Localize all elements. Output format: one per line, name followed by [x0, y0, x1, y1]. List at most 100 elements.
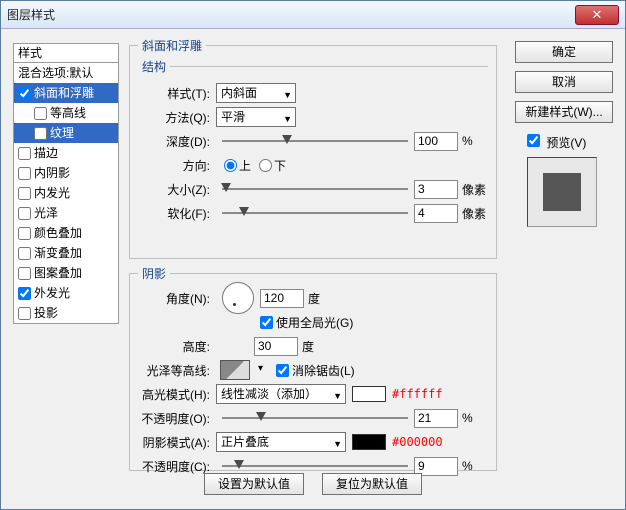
global-light-label: 使用全局光(G) [276, 314, 353, 331]
window-title: 图层样式 [7, 6, 55, 23]
sidebar-item[interactable]: 斜面和浮雕 [14, 83, 118, 103]
shadow-legend: 阴影 [138, 265, 170, 282]
layer-style-dialog: 图层样式 ✕ 样式 混合选项:默认斜面和浮雕等高线纹理描边内阴影内发光光泽颜色叠… [0, 0, 626, 510]
global-light-checkbox[interactable] [260, 316, 273, 329]
sidebar-item-checkbox[interactable] [34, 127, 47, 140]
sidebar-item-checkbox[interactable] [18, 167, 31, 180]
bevel-legend: 斜面和浮雕 [138, 37, 206, 54]
sidebar-item-label: 图案叠加 [34, 266, 82, 280]
sidebar-item-label: 斜面和浮雕 [34, 86, 94, 100]
reset-default-button[interactable]: 复位为默认值 [322, 473, 422, 495]
technique-select[interactable]: 平滑 [216, 107, 296, 127]
size-input[interactable]: 3 [414, 180, 458, 199]
sidebar-item-label: 光泽 [34, 206, 58, 220]
sidebar-item-label: 纹理 [50, 126, 74, 140]
sidebar-item[interactable]: 投影 [14, 303, 118, 323]
sidebar-item[interactable]: 纹理 [14, 123, 118, 143]
sidebar-item-label: 等高线 [50, 106, 86, 120]
direction-down-label: 下 [274, 157, 286, 174]
structure-legend: 结构 [138, 58, 170, 75]
sidebar-item-checkbox[interactable] [18, 307, 31, 320]
style-label: 样式(T): [138, 85, 216, 102]
bevel-section: 斜面和浮雕 结构 样式(T): 内斜面 方法(Q): 平滑 深度(D): 100… [129, 37, 497, 259]
direction-label: 方向: [138, 157, 216, 174]
shadow-opacity-unit: % [462, 459, 488, 473]
antialias-label: 消除锯齿(L) [292, 362, 355, 379]
highlight-opacity-unit: % [462, 411, 488, 425]
sidebar-item-checkbox[interactable] [18, 147, 31, 160]
sidebar-item-label: 颜色叠加 [34, 226, 82, 240]
angle-label: 角度(N): [138, 290, 216, 307]
ok-button[interactable]: 确定 [515, 41, 613, 63]
direction-down-radio[interactable] [259, 159, 272, 172]
style-select[interactable]: 内斜面 [216, 83, 296, 103]
depth-slider[interactable] [222, 132, 408, 150]
gloss-label: 光泽等高线: [138, 362, 216, 379]
sidebar-item[interactable]: 描边 [14, 143, 118, 163]
dialog-body: 样式 混合选项:默认斜面和浮雕等高线纹理描边内阴影内发光光泽颜色叠加渐变叠加图案… [1, 29, 625, 509]
highlight-color-swatch[interactable] [352, 386, 386, 402]
sidebar-item[interactable]: 光泽 [14, 203, 118, 223]
sidebar-item-checkbox[interactable] [18, 227, 31, 240]
sidebar-item[interactable]: 混合选项:默认 [14, 63, 118, 83]
direction-up-label: 上 [239, 157, 251, 174]
shadow-section: 阴影 角度(N): 120 度 使用全局光(G) 高度: 30 度 [129, 265, 497, 471]
new-style-button[interactable]: 新建样式(W)... [515, 101, 613, 123]
sidebar-item-label: 渐变叠加 [34, 246, 82, 260]
depth-unit: % [462, 134, 488, 148]
highlight-opacity-input[interactable]: 21 [414, 409, 458, 428]
altitude-label: 高度: [138, 338, 216, 355]
sidebar-item-label: 投影 [34, 306, 58, 320]
sidebar-item-label: 描边 [34, 146, 58, 160]
sidebar-item-checkbox[interactable] [18, 267, 31, 280]
sidebar-item-checkbox[interactable] [18, 87, 31, 100]
sidebar-item-checkbox[interactable] [18, 287, 31, 300]
main-area: 斜面和浮雕 结构 样式(T): 内斜面 方法(Q): 平滑 深度(D): 100… [129, 37, 497, 471]
sidebar-item-label: 内阴影 [34, 166, 70, 180]
shadow-hex: #000000 [392, 435, 443, 449]
depth-label: 深度(D): [138, 133, 216, 150]
sidebar-item-checkbox[interactable] [18, 207, 31, 220]
sidebar-item[interactable]: 内阴影 [14, 163, 118, 183]
sidebar-item[interactable]: 外发光 [14, 283, 118, 303]
sidebar-item[interactable]: 图案叠加 [14, 263, 118, 283]
footer-buttons: 设置为默认值 复位为默认值 [129, 473, 497, 495]
highlight-opacity-label: 不透明度(O): [138, 410, 216, 427]
preview-label: 预览(V) [546, 136, 586, 150]
highlight-mode-label: 高光模式(H): [138, 386, 216, 403]
sidebar-item-checkbox[interactable] [34, 107, 47, 120]
sidebar-item-label: 混合选项:默认 [18, 66, 93, 80]
preview-swatch [543, 173, 581, 211]
soften-slider[interactable] [222, 204, 408, 222]
sidebar-item[interactable]: 内发光 [14, 183, 118, 203]
soften-unit: 像素 [462, 205, 488, 222]
sidebar-item-checkbox[interactable] [18, 187, 31, 200]
size-label: 大小(Z): [138, 181, 216, 198]
angle-input[interactable]: 120 [260, 289, 304, 308]
gloss-contour-picker[interactable] [220, 360, 250, 380]
highlight-mode-select[interactable]: 线性减淡（添加） [216, 384, 346, 404]
antialias-checkbox[interactable] [276, 364, 289, 377]
shadow-mode-select[interactable]: 正片叠底 [216, 432, 346, 452]
preview-box [527, 157, 597, 227]
sidebar-item[interactable]: 渐变叠加 [14, 243, 118, 263]
sidebar-item[interactable]: 等高线 [14, 103, 118, 123]
shadow-color-swatch[interactable] [352, 434, 386, 450]
shadow-opacity-label: 不透明度(C): [138, 458, 216, 475]
direction-up-radio[interactable] [224, 159, 237, 172]
angle-unit: 度 [308, 290, 334, 307]
highlight-opacity-slider[interactable] [222, 409, 408, 427]
angle-dial[interactable] [222, 282, 254, 314]
cancel-button[interactable]: 取消 [515, 71, 613, 93]
right-panel: 确定 取消 新建样式(W)... 预览(V) [515, 41, 613, 227]
soften-input[interactable]: 4 [414, 204, 458, 223]
size-slider[interactable] [222, 180, 408, 198]
close-button[interactable]: ✕ [575, 5, 619, 25]
altitude-input[interactable]: 30 [254, 337, 298, 356]
make-default-button[interactable]: 设置为默认值 [204, 473, 304, 495]
sidebar-item-checkbox[interactable] [18, 247, 31, 260]
altitude-unit: 度 [302, 338, 328, 355]
sidebar-item[interactable]: 颜色叠加 [14, 223, 118, 243]
preview-checkbox[interactable] [527, 134, 540, 147]
depth-input[interactable]: 100 [414, 132, 458, 151]
